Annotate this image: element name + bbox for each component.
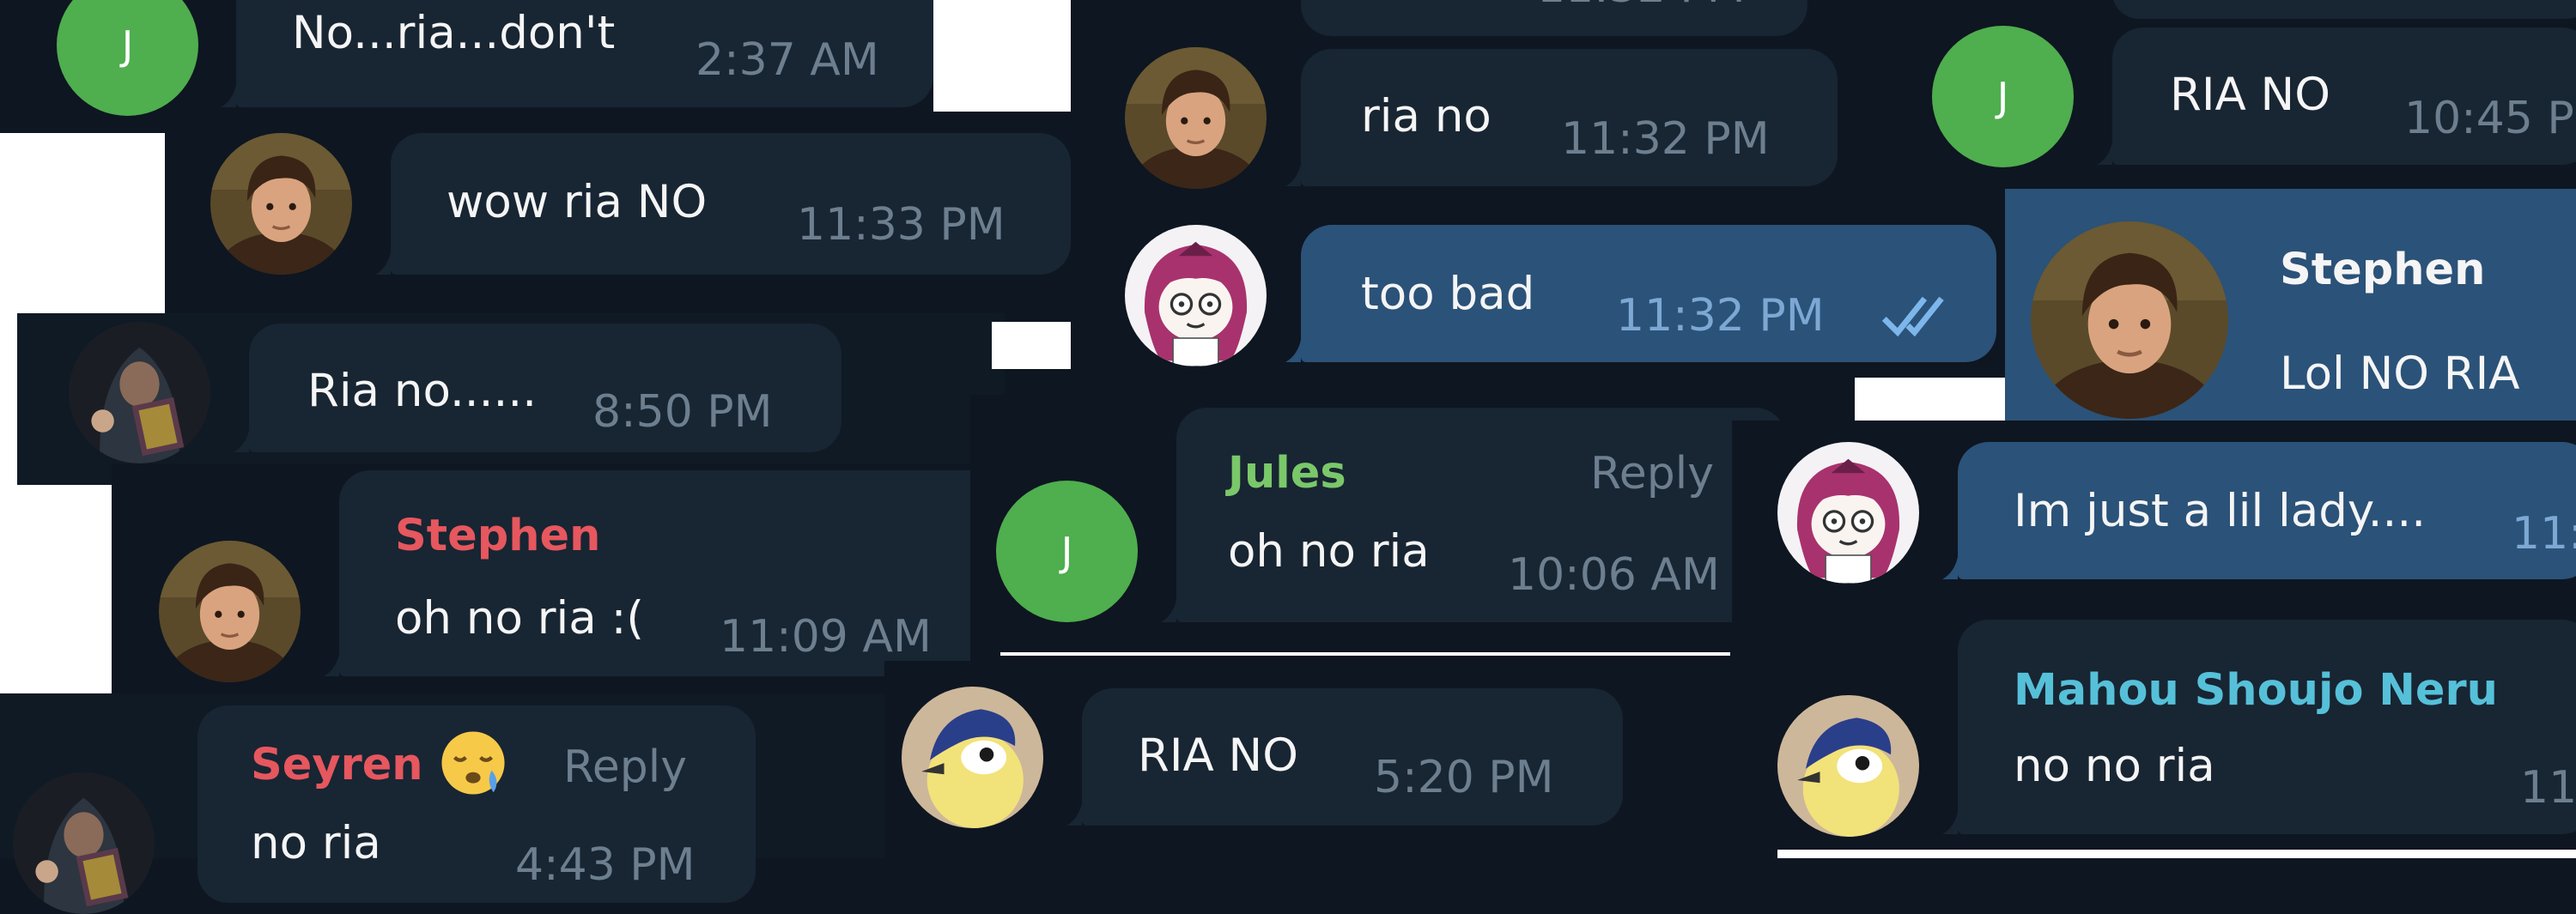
- white-gap: [933, 0, 1071, 113]
- message-time: 10:06 AM: [1508, 549, 1720, 601]
- purple-hair-girl-avatar-icon: [1125, 225, 1267, 366]
- white-gap: [0, 485, 112, 695]
- sender-name[interactable]: Mahou Shoujo Neru: [2014, 665, 2498, 716]
- bubble-tail-icon: [1285, 340, 1301, 362]
- white-gap: [0, 313, 17, 485]
- brown-hair-man-avatar-icon: [210, 133, 352, 275]
- avatar[interactable]: [902, 687, 1043, 828]
- bubble-tail-icon: [2097, 142, 2112, 165]
- white-gap: [0, 133, 165, 313]
- avatar-initial: J: [1996, 73, 2009, 120]
- bubble-tail-icon: [375, 252, 391, 275]
- sender-name[interactable]: Stephen: [395, 511, 600, 561]
- message-bubble[interactable]: [2112, 0, 2576, 19]
- avatar[interactable]: [1125, 225, 1267, 366]
- message-time: 11:: [2512, 508, 2576, 560]
- message-text: wow ria NO: [447, 176, 708, 228]
- divider-line: [1000, 652, 1730, 656]
- message-text: No...ria...don't: [292, 7, 616, 59]
- message-time: 5:20 PM: [1374, 752, 1554, 803]
- bubble-tail-icon: [1285, 164, 1301, 186]
- avatar[interactable]: [1125, 47, 1267, 189]
- sender-name[interactable]: Stephen: [2280, 245, 2485, 295]
- message-time: 8:50 PM: [592, 386, 773, 438]
- avatar[interactable]: [159, 541, 301, 682]
- message-time: 11:32 PM: [1616, 290, 1825, 342]
- sleepy-face-emoji-icon: [441, 731, 505, 795]
- avatar[interactable]: J: [1932, 26, 2074, 167]
- message-text: Ria no......: [307, 365, 538, 417]
- sender-name[interactable]: Seyren: [251, 740, 423, 790]
- bubble-tail-icon: [1942, 812, 1958, 834]
- avatar-initial: J: [1060, 528, 1073, 575]
- message-time: 11:32 PM: [1537, 0, 1746, 13]
- message-text: too bad: [1361, 268, 1535, 320]
- white-gap: [992, 322, 1071, 369]
- message-time: 4:43 PM: [515, 839, 696, 891]
- message-time: 11:09 AM: [720, 611, 932, 663]
- brown-hair-man-avatar-icon: [159, 541, 301, 682]
- reply-button[interactable]: Reply: [563, 741, 687, 793]
- message-time: 11:32 PM: [1561, 113, 1770, 165]
- avatar-initial: J: [121, 21, 134, 69]
- message-time: 11: [2520, 762, 2576, 814]
- message-text: RIA NO: [1138, 729, 1298, 782]
- purple-hair-girl-avatar-icon: [1777, 442, 1919, 584]
- message-text: oh no ria: [1228, 525, 1430, 578]
- bubble-tail-icon: [324, 654, 339, 676]
- hooded-figure-avatar-icon: [13, 772, 155, 914]
- brown-hair-man-avatar-icon: [2031, 221, 2228, 419]
- message-text: ria no: [1361, 90, 1492, 142]
- avatar[interactable]: [1777, 442, 1919, 584]
- sender-name[interactable]: Jules: [1228, 448, 1346, 499]
- avatar[interactable]: [210, 133, 352, 275]
- message-time: 2:37 AM: [696, 34, 879, 86]
- bubble-tail-icon: [1161, 600, 1176, 622]
- reply-button[interactable]: Reply: [1590, 448, 1714, 499]
- bubble-tail-icon: [234, 430, 249, 452]
- bubble-tail-icon: [221, 85, 236, 107]
- message-text: Im just a lil lady....: [2014, 485, 2427, 537]
- message-text: Lol NO RIA: [2280, 348, 2520, 400]
- message-time: 11:33 PM: [797, 199, 1005, 251]
- message-text: no ria: [251, 817, 381, 869]
- divider-line: [1777, 850, 2576, 858]
- avatar[interactable]: [2031, 221, 2228, 419]
- message-text: RIA NO: [2170, 69, 2330, 121]
- bubble-tail-icon: [1942, 557, 1958, 579]
- message-bubble[interactable]: [1942, 620, 2576, 834]
- blue-yellow-bird-avatar-icon: [1777, 695, 1919, 837]
- avatar[interactable]: J: [996, 481, 1138, 622]
- read-double-check-icon: [1881, 296, 1944, 337]
- message-text: oh no ria :(: [395, 592, 645, 645]
- brown-hair-man-avatar-icon: [1125, 47, 1267, 189]
- hooded-figure-avatar-icon: [69, 322, 210, 463]
- bubble-tail-icon: [1066, 803, 1082, 826]
- blue-yellow-bird-avatar-icon: [902, 687, 1043, 828]
- avatar[interactable]: [13, 772, 155, 914]
- avatar[interactable]: [69, 322, 210, 463]
- white-gap: [1855, 378, 2005, 425]
- message-text: no no ria: [2014, 740, 2215, 792]
- message-time: 10:45 PM: [2404, 93, 2576, 144]
- avatar[interactable]: [1777, 695, 1919, 837]
